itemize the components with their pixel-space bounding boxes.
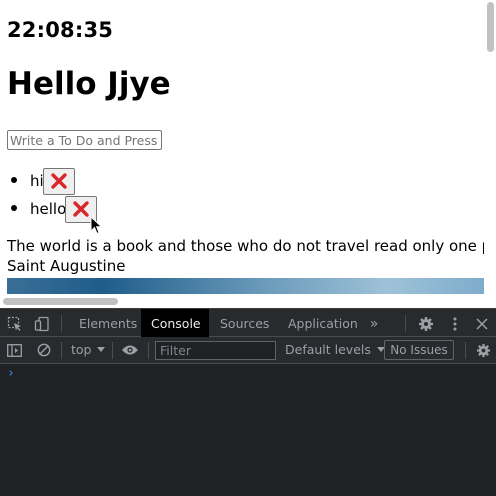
context-selector[interactable]: top (71, 342, 106, 357)
delete-button[interactable] (42, 167, 75, 195)
issues-button[interactable]: No Issues (384, 340, 454, 360)
console-prompt[interactable]: › (7, 366, 15, 381)
close-icon[interactable] (474, 315, 490, 332)
tab-application[interactable]: Application (278, 309, 362, 337)
todo-text: hi (30, 172, 44, 190)
greeting-title: Hello Jjye (7, 66, 171, 102)
divider (61, 342, 62, 359)
sidebar-toggle-icon[interactable] (6, 342, 23, 358)
devtools-panel: Elements Console Sources Application » t… (0, 308, 496, 496)
todo-text: hello (30, 200, 67, 218)
page-viewport: 22:08:35 Hello Jjye hi hello The world i… (0, 0, 496, 308)
red-x-icon (73, 201, 89, 217)
log-levels-dropdown[interactable]: Default levels (285, 342, 385, 357)
todo-item: hi (11, 167, 75, 195)
divider (405, 315, 406, 332)
log-levels-label: Default levels (285, 342, 371, 357)
tab-console[interactable]: Console (141, 309, 209, 337)
horizontal-scroll-thumb[interactable] (3, 298, 118, 305)
filter-input[interactable]: Filter (155, 341, 276, 360)
tab-elements[interactable]: Elements (69, 309, 139, 337)
context-label: top (71, 342, 92, 357)
todo-input[interactable] (7, 130, 162, 150)
device-toolbar-icon[interactable] (33, 315, 51, 332)
background-image (7, 278, 484, 294)
eye-icon[interactable] (120, 342, 140, 358)
vertical-scroll-thumb[interactable] (487, 2, 494, 52)
divider (61, 315, 62, 332)
more-options-icon[interactable] (447, 315, 463, 332)
chevron-double-right-icon[interactable]: » (366, 315, 382, 332)
tab-sources[interactable]: Sources (210, 309, 276, 337)
todo-item: hello (11, 195, 98, 223)
divider (112, 342, 113, 359)
console-settings-gear-icon[interactable] (474, 342, 492, 358)
console-toolbar: top Filter Default levels No Issues (0, 337, 496, 364)
gear-icon[interactable] (417, 315, 435, 332)
bullet (11, 177, 17, 183)
bullet (11, 205, 17, 211)
red-x-icon (50, 173, 67, 189)
quote-text: The world is a book and those who do not… (7, 237, 496, 255)
clock: 22:08:35 (7, 18, 114, 42)
divider (148, 342, 149, 359)
clear-console-icon[interactable] (36, 342, 52, 358)
divider (465, 342, 466, 359)
inspect-element-icon[interactable] (6, 315, 24, 332)
devtools-tabbar: Elements Console Sources Application » (0, 308, 496, 337)
dropdown-arrow-icon (97, 346, 106, 352)
mouse-pointer-icon (90, 216, 103, 235)
quote-author: Saint Augustine (7, 257, 126, 275)
